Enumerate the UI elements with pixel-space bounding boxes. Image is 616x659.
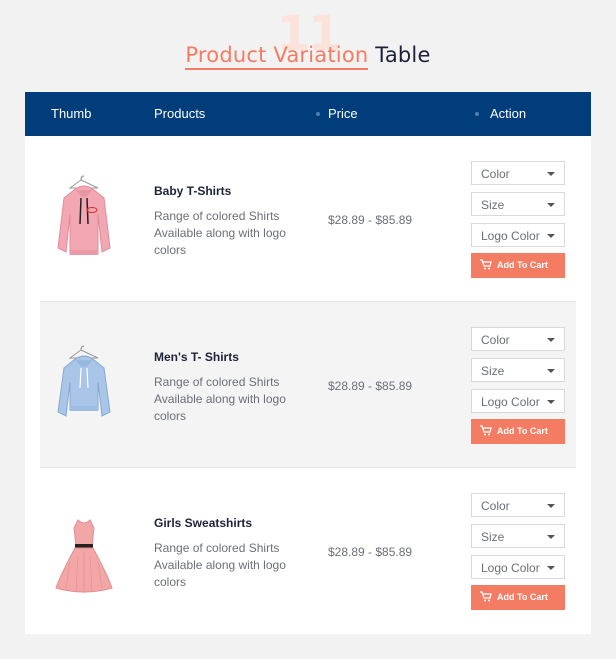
chevron-down-icon (547, 535, 555, 539)
column-header-thumb: Thumb (51, 106, 92, 121)
product-name: Girls Sweatshirts (154, 516, 253, 530)
table-header: Thumb Products Price Action (25, 92, 591, 136)
add-to-cart-label: Add To Cart (497, 592, 548, 602)
add-to-cart-button[interactable]: Add To Cart (471, 585, 565, 610)
column-header-action: Action (490, 106, 527, 121)
select-value: Logo Color (481, 561, 540, 575)
page-title: Product Variation Table (0, 43, 616, 70)
cart-icon (480, 425, 492, 436)
select-value: Size (481, 364, 505, 378)
product-name: Baby T-Shirts (154, 184, 232, 198)
color-select[interactable]: Color (471, 161, 565, 185)
sort-dot-icon (316, 112, 320, 116)
product-name: Men's T- Shirts (154, 350, 239, 364)
page-header: 11 Product Variation Table (0, 0, 616, 92)
pink-dress-image (50, 506, 118, 596)
chevron-down-icon (547, 400, 555, 404)
select-value: Logo Color (481, 395, 540, 409)
color-select[interactable]: Color (471, 327, 565, 351)
color-select[interactable]: Color (471, 493, 565, 517)
product-price: $28.89 - $85.89 (328, 545, 413, 559)
product-description: Range of colored Shirts Available along … (154, 375, 286, 423)
logo-color-select[interactable]: Logo Color (471, 389, 565, 413)
size-select[interactable]: Size (471, 524, 565, 548)
chevron-down-icon (547, 566, 555, 570)
product-description: Range of colored Shirts Available along … (154, 209, 286, 257)
product-table: Thumb Products Price Action Baby T-Shirt… (25, 92, 591, 634)
table-row: Men's T- Shirts Range of colored Shirts … (40, 302, 576, 468)
size-select[interactable]: Size (471, 192, 565, 216)
select-value: Size (481, 198, 505, 212)
logo-color-select[interactable]: Logo Color (471, 223, 565, 247)
product-price: $28.89 - $85.89 (328, 379, 413, 393)
pink-hoodie-image (50, 174, 118, 264)
add-to-cart-button[interactable]: Add To Cart (471, 253, 565, 278)
title-rest: Table (375, 43, 431, 67)
title-accent: Product Variation (185, 43, 369, 70)
select-value: Logo Color (481, 229, 540, 243)
add-to-cart-label: Add To Cart (497, 426, 548, 436)
chevron-down-icon (547, 172, 555, 176)
product-description: Range of colored Shirts Available along … (154, 541, 286, 589)
column-header-products: Products (154, 106, 206, 121)
product-price: $28.89 - $85.89 (328, 213, 413, 227)
chevron-down-icon (547, 504, 555, 508)
chevron-down-icon (547, 369, 555, 373)
select-value: Color (481, 167, 510, 181)
chevron-down-icon (547, 338, 555, 342)
add-to-cart-label: Add To Cart (497, 260, 548, 270)
chevron-down-icon (547, 203, 555, 207)
add-to-cart-button[interactable]: Add To Cart (471, 419, 565, 444)
size-select[interactable]: Size (471, 358, 565, 382)
table-row: Baby T-Shirts Range of colored Shirts Av… (40, 136, 576, 302)
select-value: Color (481, 333, 510, 347)
cart-icon (480, 591, 492, 602)
chevron-down-icon (547, 234, 555, 238)
logo-color-select[interactable]: Logo Color (471, 555, 565, 579)
select-value: Color (481, 499, 510, 513)
cart-icon (480, 259, 492, 270)
column-header-price: Price (328, 106, 358, 121)
select-value: Size (481, 530, 505, 544)
sort-dot-icon (475, 112, 479, 116)
blue-hoodie-image (50, 340, 118, 430)
table-row: Girls Sweatshirts Range of colored Shirt… (40, 468, 576, 634)
